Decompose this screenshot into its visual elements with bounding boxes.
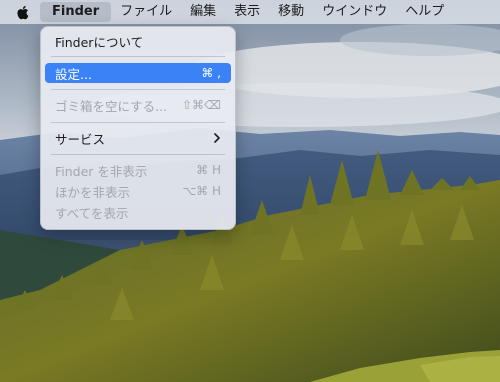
menu-item-label: サービス (55, 131, 106, 147)
menu-item-label: 設定... (55, 66, 92, 82)
menubar-help[interactable]: ヘルプ (396, 2, 453, 22)
menu-item-settings[interactable]: 設定... ⌘ , (45, 63, 231, 83)
menu-item-shortcut: ⌥⌘ H (182, 184, 221, 198)
menu-item-label: すべてを表示 (55, 205, 129, 221)
menu-bar: Finder ファイル 編集 表示 移動 ウインドウ ヘルプ (0, 0, 500, 24)
menu-item-hide-finder: Finder を非表示 ⌘ H (45, 160, 231, 180)
menu-item-shortcut: ⇧⌘⌫ (181, 98, 221, 112)
menu-item-show-all: すべてを表示 (45, 202, 231, 222)
menu-separator (51, 122, 225, 123)
menu-separator (51, 56, 225, 57)
menu-item-services[interactable]: サービス (45, 128, 231, 148)
apple-icon[interactable] (14, 0, 30, 24)
menu-item-label: ゴミ箱を空にする... (55, 98, 168, 114)
menubar-file[interactable]: ファイル (111, 2, 181, 22)
menu-item-empty-trash: ゴミ箱を空にする... ⇧⌘⌫ (45, 95, 231, 115)
menubar-window[interactable]: ウインドウ (313, 2, 396, 22)
finder-menu: Finderについて 設定... ⌘ , ゴミ箱を空にする... ⇧⌘⌫ サービ… (40, 26, 236, 230)
menu-item-label: Finderについて (55, 34, 144, 50)
menubar-finder[interactable]: Finder (40, 2, 112, 22)
menu-item-about-finder[interactable]: Finderについて (45, 31, 231, 51)
menu-separator (51, 154, 225, 155)
menubar-edit[interactable]: 編集 (181, 2, 225, 22)
menu-item-label: Finder を非表示 (55, 163, 148, 179)
menubar-go[interactable]: 移動 (269, 2, 313, 22)
menu-item-shortcut: ⌘ , (201, 66, 221, 80)
chevron-right-icon (214, 133, 220, 143)
menu-item-label: ほかを非表示 (55, 184, 131, 200)
menu-item-hide-others: ほかを非表示 ⌥⌘ H (45, 181, 231, 201)
menubar-view[interactable]: 表示 (225, 2, 269, 22)
menu-separator (51, 89, 225, 90)
menu-item-shortcut: ⌘ H (196, 163, 221, 177)
